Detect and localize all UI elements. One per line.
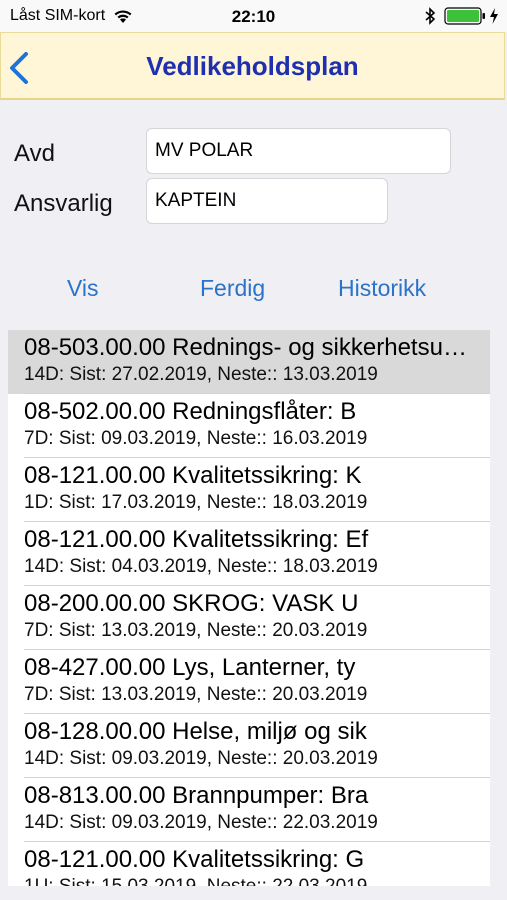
list-item-title: 08-427.00.00 Lys, Lanterner, ty [24, 654, 356, 681]
list-item-subtitle: 14D: Sist: 09.03.2019, Neste:: 22.03.201… [24, 812, 378, 833]
list-item-title: 08-128.00.00 Helse, miljø og sik [24, 718, 367, 745]
list-item[interactable]: 08-427.00.00 Lys, Lanterner, ty 7D: Sist… [8, 650, 490, 714]
list-item[interactable]: 08-121.00.00 Kvalitetssikring: K 1D: Sis… [8, 458, 490, 522]
ansvarlig-label: Ansvarlig [14, 190, 113, 217]
status-bar: Låst SIM-kort 22:10 [0, 0, 507, 32]
list-item[interactable]: 08-813.00.00 Brannpumper: Bra 14D: Sist:… [8, 778, 490, 842]
battery-icon [444, 7, 485, 25]
list-item-subtitle: 7D: Sist: 13.03.2019, Neste:: 20.03.2019 [24, 684, 368, 705]
list-item-subtitle: 1D: Sist: 17.03.2019, Neste:: 18.03.2019 [24, 492, 368, 513]
ferdig-button[interactable]: Ferdig [200, 275, 265, 302]
status-right [424, 6, 499, 26]
ansvarlig-field[interactable]: KAPTEIN [146, 178, 388, 224]
list-item-subtitle: 14D: Sist: 27.02.2019, Neste:: 13.03.201… [24, 364, 378, 385]
list-item-subtitle: 1U: Sist: 15.03.2019, Neste:: 22.03.2019 [24, 875, 490, 886]
list-item[interactable]: 08-502.00.00 Redningsflåter: B 7D: Sist:… [8, 394, 490, 458]
avd-label: Avd [14, 140, 55, 167]
list-item-title: 08-121.00.00 Kvalitetssikring: G [24, 846, 365, 873]
list-item-title: 08-121.00.00 Kvalitetssikring: Ef [24, 526, 369, 553]
navigation-bar: Vedlikeholdsplan [0, 32, 505, 100]
list-item[interactable]: 08-121.00.00 Kvalitetssikring: G 1U: Sis… [8, 842, 490, 886]
list-item-subtitle: 7D: Sist: 13.03.2019, Neste:: 20.03.2019 [24, 620, 368, 641]
list-item-title: 08-503.00.00 Rednings- og sikkerhetsutst… [24, 334, 470, 361]
bluetooth-icon [425, 7, 436, 25]
maintenance-list[interactable]: 08-503.00.00 Rednings- og sikkerhetsutst… [8, 330, 490, 886]
list-item[interactable]: 08-128.00.00 Helse, miljø og sik 14D: Si… [8, 714, 490, 778]
charging-icon [490, 8, 498, 24]
list-item-title: 08-200.00.00 SKROG: VASK U [24, 590, 359, 617]
list-item-subtitle: 14D: Sist: 09.03.2019, Neste:: 20.03.201… [24, 748, 378, 769]
list-item[interactable]: 08-121.00.00 Kvalitetssikring: Ef 14D: S… [8, 522, 490, 586]
page-title: Vedlikeholdsplan [146, 51, 359, 81]
historikk-button[interactable]: Historikk [338, 275, 426, 302]
vis-button[interactable]: Vis [67, 275, 99, 302]
list-item-title: 08-813.00.00 Brannpumper: Bra [24, 782, 369, 809]
list-item-title: 08-502.00.00 Redningsflåter: B [24, 398, 357, 425]
list-item[interactable]: 08-503.00.00 Rednings- og sikkerhetsutst… [8, 330, 490, 394]
list-item-subtitle: 7D: Sist: 09.03.2019, Neste:: 16.03.2019 [24, 428, 368, 449]
list-item-title: 08-121.00.00 Kvalitetssikring: K [24, 462, 362, 489]
list-item[interactable]: 08-200.00.00 SKROG: VASK U 7D: Sist: 13.… [8, 586, 490, 650]
list-item-subtitle: 14D: Sist: 04.03.2019, Neste:: 18.03.201… [24, 556, 378, 577]
avd-field[interactable]: MV POLAR [146, 128, 451, 174]
